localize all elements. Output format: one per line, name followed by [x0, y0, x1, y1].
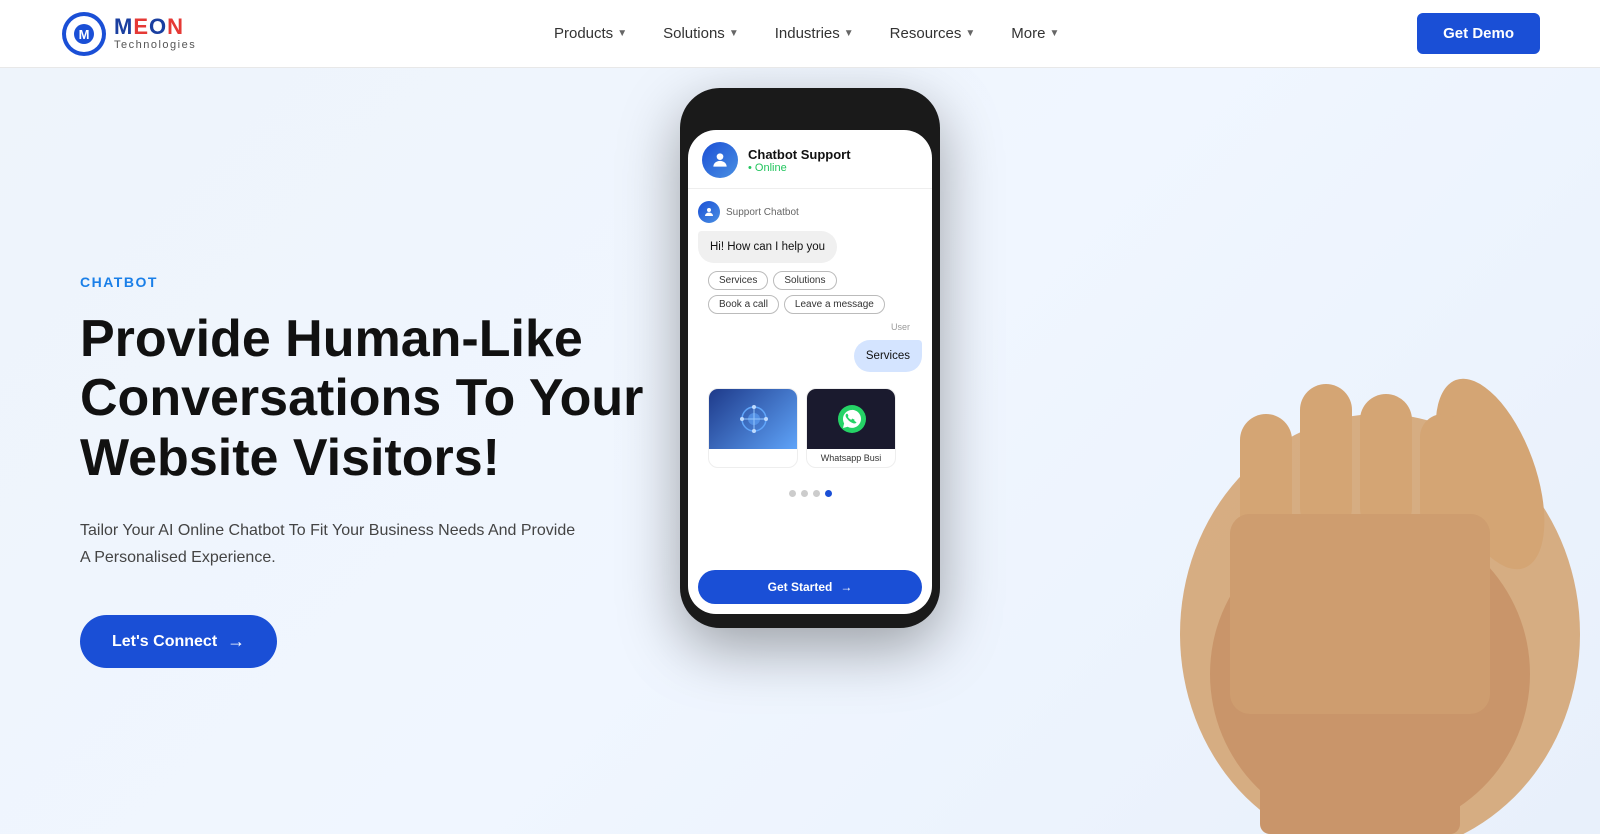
chat-header-info: Chatbot Support • Online	[748, 147, 851, 174]
logo-o: O	[149, 16, 167, 38]
phone-get-started-button[interactable]: Get Started →	[698, 570, 922, 604]
carousel-dots	[698, 484, 922, 503]
logo-m: M	[114, 16, 133, 38]
hero-cta-button[interactable]: Let's Connect →	[80, 615, 277, 668]
dot-2	[801, 490, 808, 497]
nav-item-products[interactable]: Products ▼	[540, 17, 641, 50]
arrow-right-icon: →	[227, 631, 245, 652]
phone-mockup: Chatbot Support • Online	[680, 88, 940, 628]
chevron-down-icon: ▼	[617, 28, 627, 39]
whatsapp-icon	[834, 401, 870, 437]
phone-screen: Chatbot Support • Online	[688, 130, 932, 614]
get-started-arrow-icon: →	[840, 580, 852, 594]
nav-more-label: More	[1011, 25, 1045, 42]
service-card-whatsapp: Whatsapp Busi	[806, 388, 896, 468]
chat-bubble-user: Services	[854, 340, 922, 372]
chatbot-name: Chatbot Support	[748, 147, 851, 162]
whatsapp-card-label: Whatsapp Busi	[807, 449, 895, 467]
logo-e: E	[133, 16, 149, 38]
bot-name-label: Support Chatbot	[726, 207, 799, 218]
hero-tag: CHATBOT	[80, 274, 660, 290]
ai-service-image	[709, 389, 798, 449]
svg-text:M: M	[79, 27, 90, 42]
chevron-down-icon: ▼	[965, 28, 975, 39]
user-label: User	[698, 322, 922, 332]
phone-notch	[765, 102, 855, 124]
hero-subtitle: Tailor Your AI Online Chatbot To Fit You…	[80, 517, 580, 571]
service-cards: Whatsapp Busi	[698, 380, 922, 476]
chatbot-avatar	[702, 142, 738, 178]
nav-item-industries[interactable]: Industries ▼	[761, 17, 868, 50]
whatsapp-service-image	[807, 389, 896, 449]
logo-icon: M	[60, 10, 108, 58]
get-started-label: Get Started	[768, 580, 833, 594]
bot-label-row: Support Chatbot	[698, 201, 922, 223]
logo-tagline: Technologies	[114, 40, 196, 51]
get-demo-button[interactable]: Get Demo	[1417, 13, 1540, 54]
quick-reply-book-call[interactable]: Book a call	[708, 295, 779, 314]
quick-reply-solutions[interactable]: Solutions	[773, 271, 836, 290]
logo[interactable]: M M E O N Technologies	[60, 10, 196, 58]
nav-item-more[interactable]: More ▼	[997, 17, 1073, 50]
nav-products-label: Products	[554, 25, 613, 42]
quick-reply-services[interactable]: Services	[708, 271, 768, 290]
chat-header: Chatbot Support • Online	[688, 130, 932, 189]
ai-brain-icon	[736, 401, 772, 437]
nav-industries-label: Industries	[775, 25, 840, 42]
dot-1	[789, 490, 796, 497]
chevron-down-icon: ▼	[729, 28, 739, 39]
nav-resources-label: Resources	[890, 25, 962, 42]
chevron-down-icon: ▼	[844, 28, 854, 39]
chat-bubble-bot: Hi! How can I help you	[698, 231, 837, 263]
nav-item-resources[interactable]: Resources ▼	[876, 17, 990, 50]
chat-body: Support Chatbot Hi! How can I help you S…	[688, 189, 932, 566]
navbar: M M E O N Technologies Products ▼ Soluti…	[0, 0, 1600, 68]
quick-reply-leave-message[interactable]: Leave a message	[784, 295, 885, 314]
quick-replies: Services Solutions Book a call Leave a m…	[698, 271, 922, 314]
nav-solutions-label: Solutions	[663, 25, 725, 42]
hero-phone-illustration: Chatbot Support • Online	[660, 68, 1520, 834]
chatbot-status: • Online	[748, 162, 851, 174]
hero-cta-label: Let's Connect	[112, 633, 217, 651]
hero-content: CHATBOT Provide Human-Like Conversations…	[80, 234, 660, 669]
chevron-down-icon: ▼	[1049, 28, 1059, 39]
dot-4-active	[825, 490, 832, 497]
logo-n: N	[167, 16, 184, 38]
hero-section: CHATBOT Provide Human-Like Conversations…	[0, 68, 1600, 834]
nav-item-solutions[interactable]: Solutions ▼	[649, 17, 753, 50]
hero-title: Provide Human-Like Conversations To Your…	[80, 310, 660, 489]
bot-mini-avatar	[698, 201, 720, 223]
hand-illustration	[1100, 154, 1580, 834]
dot-3	[813, 490, 820, 497]
nav-links: Products ▼ Solutions ▼ Industries ▼ Reso…	[540, 17, 1073, 50]
service-card-ai	[708, 388, 798, 468]
